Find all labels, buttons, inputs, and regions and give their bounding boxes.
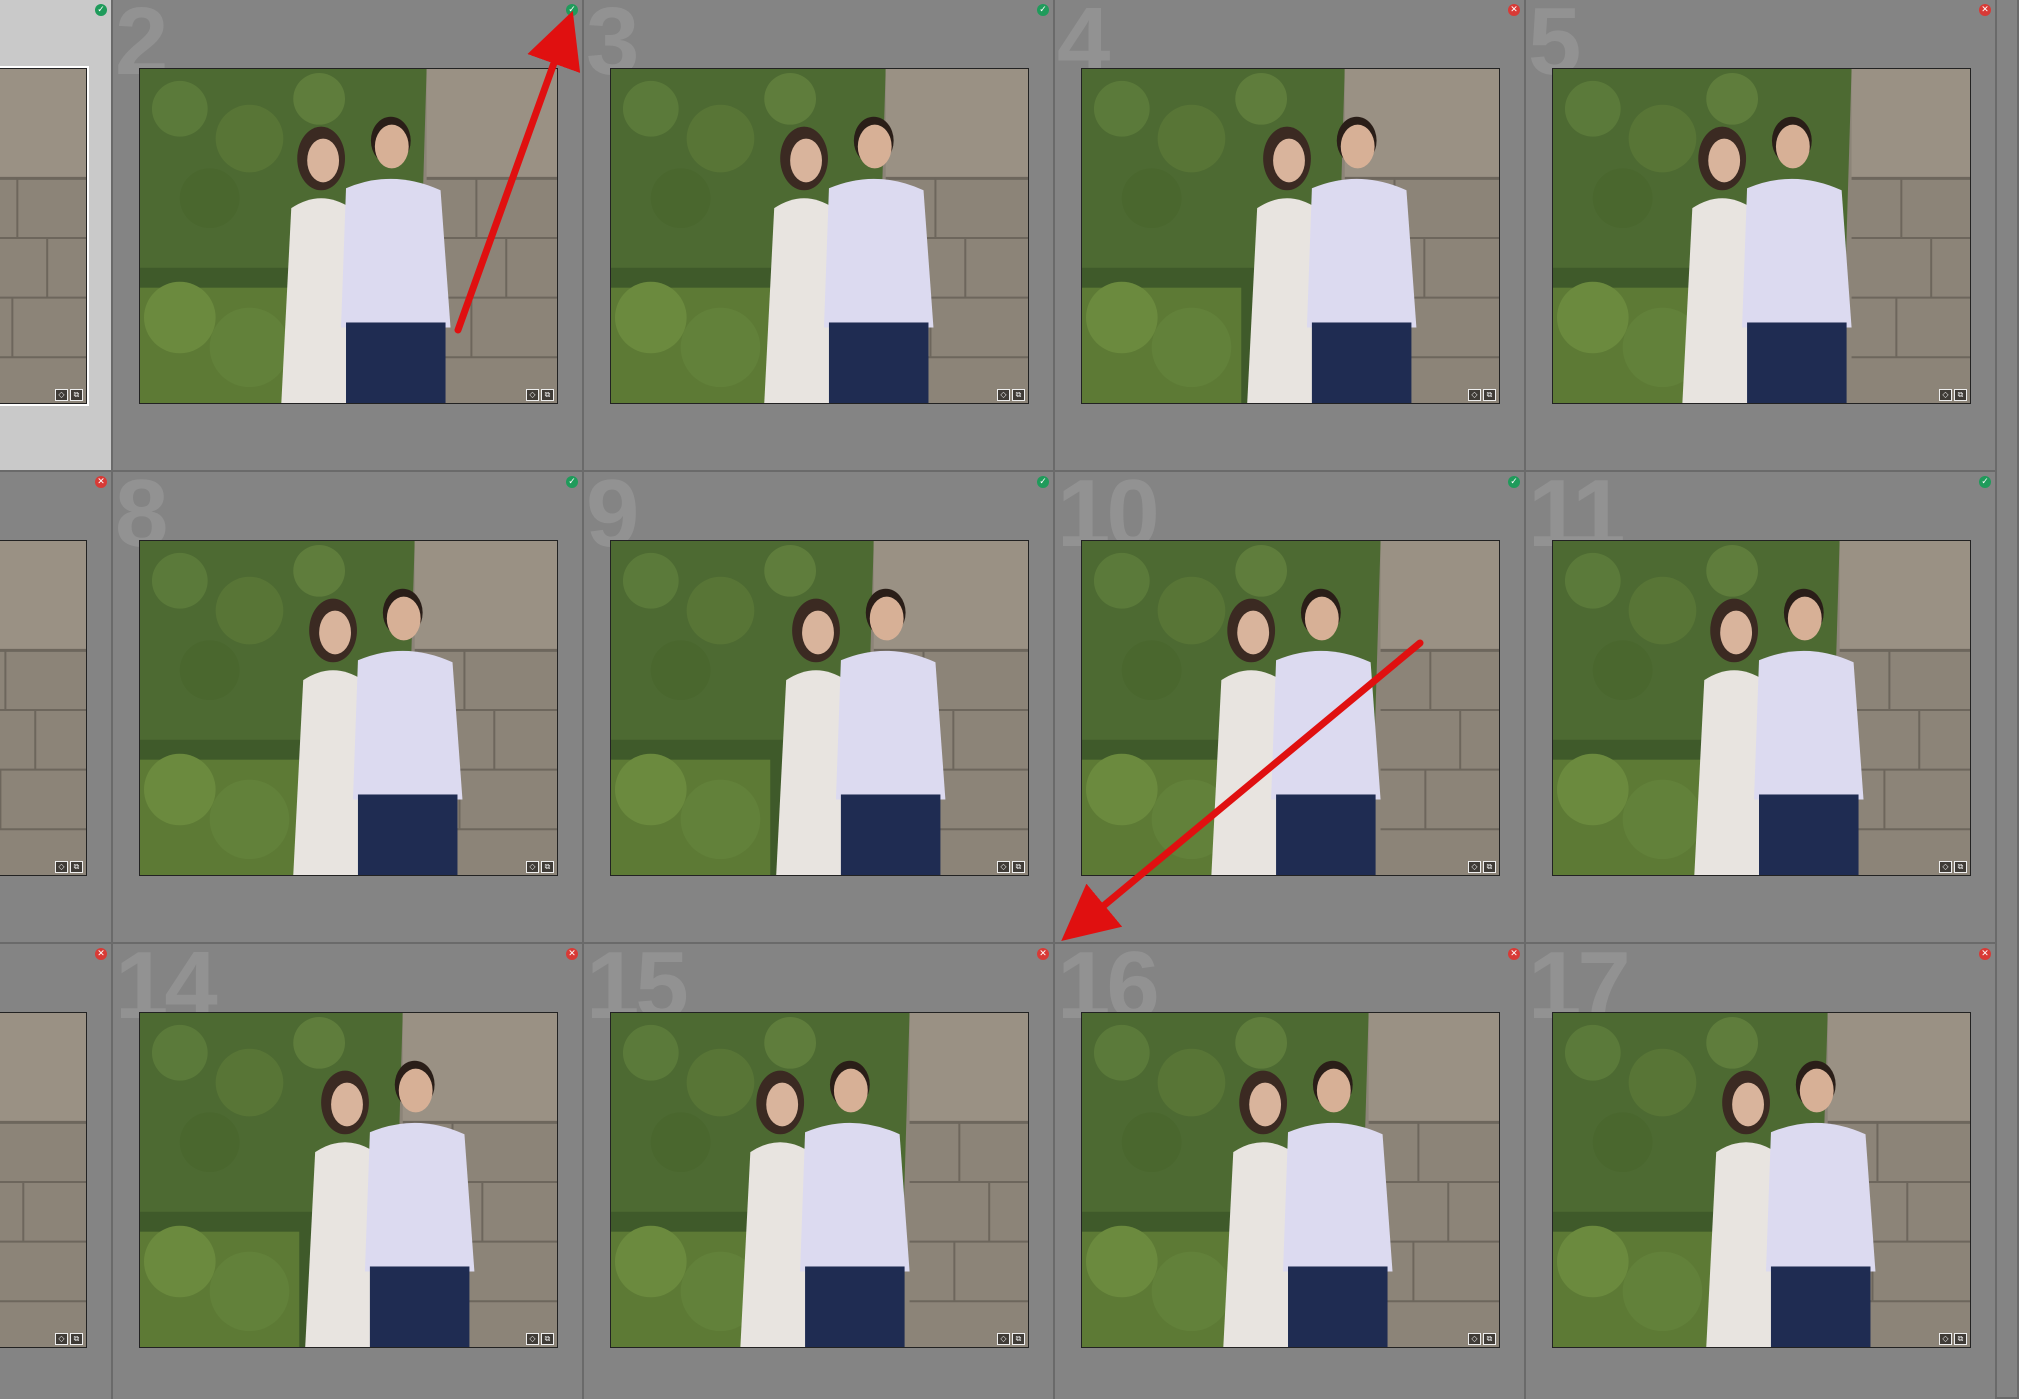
photo-thumbnail[interactable]: ◇ ⧉ <box>1081 1012 1500 1348</box>
photo-thumbnail[interactable]: ◇ ⧉ <box>139 68 558 404</box>
tag-icon[interactable]: ◇ <box>1468 389 1481 401</box>
photo-cell[interactable]: 15 ◇ ⧉ ✕ <box>584 944 1055 1399</box>
thumbnail-badges: ◇ ⧉ <box>526 389 554 401</box>
thumbnail-badges: ◇ ⧉ <box>55 1333 83 1345</box>
photo-cell[interactable]: 10 ◇ ⧉ ✓ <box>1055 472 1526 944</box>
thumbnail-badges: ◇ ⧉ <box>997 389 1025 401</box>
photo-cell[interactable]: 2 ◇ ⧉ ✓ <box>113 0 584 472</box>
photo-cell[interactable]: ◇ ⧉ ✓ <box>0 0 113 472</box>
thumbnail-badges: ◇ ⧉ <box>526 861 554 873</box>
tag-icon[interactable]: ◇ <box>55 389 68 401</box>
tag-icon[interactable]: ◇ <box>526 389 539 401</box>
copy-icon[interactable]: ⧉ <box>1012 1333 1025 1345</box>
photo-cell[interactable]: 14 ◇ ⧉ ✕ <box>113 944 584 1399</box>
pick-flag-icon[interactable]: ✓ <box>1508 476 1520 488</box>
pick-flag-icon[interactable]: ✓ <box>566 476 578 488</box>
photo-thumbnail[interactable]: ◇ ⧉ <box>610 1012 1029 1348</box>
tag-icon[interactable]: ◇ <box>55 1333 68 1345</box>
tag-icon[interactable]: ◇ <box>526 861 539 873</box>
reject-flag-icon[interactable]: ✕ <box>1037 948 1049 960</box>
photo-cell[interactable]: 17 ◇ ⧉ ✕ <box>1526 944 1997 1399</box>
pick-flag-icon[interactable]: ✓ <box>1979 476 1991 488</box>
photo-thumbnail[interactable]: ◇ ⧉ <box>0 1012 87 1348</box>
copy-icon[interactable]: ⧉ <box>70 861 83 873</box>
copy-icon[interactable]: ⧉ <box>1012 861 1025 873</box>
photo-thumbnail[interactable]: ◇ ⧉ <box>1081 68 1500 404</box>
tag-icon[interactable]: ◇ <box>1939 389 1952 401</box>
photo-grid: ◇ ⧉ ✓ 2 ◇ ⧉ ✓ 3 ◇ ⧉ ✓ 4 ◇ ⧉ ✕ 5 ◇ ⧉ ✕ ◇ … <box>0 0 2019 1399</box>
copy-icon[interactable]: ⧉ <box>1954 389 1967 401</box>
thumbnail-badges: ◇ ⧉ <box>1939 389 1967 401</box>
pick-flag-icon[interactable]: ✓ <box>1037 476 1049 488</box>
photo-cell[interactable]: 4 ◇ ⧉ ✕ <box>1055 0 1526 472</box>
photo-thumbnail[interactable]: ◇ ⧉ <box>610 540 1029 876</box>
thumbnail-badges: ◇ ⧉ <box>997 1333 1025 1345</box>
photo-cell[interactable]: 11 ◇ ⧉ ✓ <box>1526 472 1997 944</box>
tag-icon[interactable]: ◇ <box>1468 861 1481 873</box>
photo-thumbnail[interactable]: ◇ ⧉ <box>0 540 87 876</box>
reject-flag-icon[interactable]: ✕ <box>1979 4 1991 16</box>
photo-thumbnail[interactable]: ◇ ⧉ <box>1081 540 1500 876</box>
photo-cell[interactable]: ◇ ⧉ ✕ <box>0 944 113 1399</box>
thumbnail-badges: ◇ ⧉ <box>1468 389 1496 401</box>
photo-cell[interactable]: 16 ◇ ⧉ ✕ <box>1055 944 1526 1399</box>
reject-flag-icon[interactable]: ✕ <box>95 476 107 488</box>
copy-icon[interactable]: ⧉ <box>1483 1333 1496 1345</box>
pick-flag-icon[interactable]: ✓ <box>95 4 107 16</box>
tag-icon[interactable]: ◇ <box>55 861 68 873</box>
thumbnail-badges: ◇ ⧉ <box>1939 1333 1967 1345</box>
photo-cell[interactable]: 8 ◇ ⧉ ✓ <box>113 472 584 944</box>
thumbnail-badges: ◇ ⧉ <box>526 1333 554 1345</box>
tag-icon[interactable]: ◇ <box>1939 1333 1952 1345</box>
copy-icon[interactable]: ⧉ <box>70 1333 83 1345</box>
pick-flag-icon[interactable]: ✓ <box>1037 4 1049 16</box>
photo-thumbnail[interactable]: ◇ ⧉ <box>1552 540 1971 876</box>
reject-flag-icon[interactable]: ✕ <box>1508 948 1520 960</box>
tag-icon[interactable]: ◇ <box>1468 1333 1481 1345</box>
pick-flag-icon[interactable]: ✓ <box>566 4 578 16</box>
copy-icon[interactable]: ⧉ <box>1954 1333 1967 1345</box>
photo-cell[interactable]: 9 ◇ ⧉ ✓ <box>584 472 1055 944</box>
copy-icon[interactable]: ⧉ <box>541 389 554 401</box>
thumbnail-badges: ◇ ⧉ <box>1939 861 1967 873</box>
copy-icon[interactable]: ⧉ <box>1483 389 1496 401</box>
photo-thumbnail[interactable]: ◇ ⧉ <box>139 1012 558 1348</box>
photo-thumbnail[interactable]: ◇ ⧉ <box>1552 1012 1971 1348</box>
tag-icon[interactable]: ◇ <box>997 389 1010 401</box>
copy-icon[interactable]: ⧉ <box>1483 861 1496 873</box>
photo-cell[interactable]: ◇ ⧉ ✕ <box>0 472 113 944</box>
reject-flag-icon[interactable]: ✕ <box>1979 948 1991 960</box>
reject-flag-icon[interactable]: ✕ <box>1508 4 1520 16</box>
reject-flag-icon[interactable]: ✕ <box>566 948 578 960</box>
thumbnail-badges: ◇ ⧉ <box>997 861 1025 873</box>
tag-icon[interactable]: ◇ <box>997 1333 1010 1345</box>
photo-cell-partial <box>1997 0 2019 1399</box>
tag-icon[interactable]: ◇ <box>1939 861 1952 873</box>
thumbnail-badges: ◇ ⧉ <box>55 861 83 873</box>
photo-thumbnail[interactable]: ◇ ⧉ <box>1552 68 1971 404</box>
tag-icon[interactable]: ◇ <box>997 861 1010 873</box>
copy-icon[interactable]: ⧉ <box>1954 861 1967 873</box>
copy-icon[interactable]: ⧉ <box>1012 389 1025 401</box>
reject-flag-icon[interactable]: ✕ <box>95 948 107 960</box>
thumbnail-badges: ◇ ⧉ <box>55 389 83 401</box>
copy-icon[interactable]: ⧉ <box>541 1333 554 1345</box>
thumbnail-badges: ◇ ⧉ <box>1468 861 1496 873</box>
copy-icon[interactable]: ⧉ <box>70 389 83 401</box>
photo-cell[interactable]: 3 ◇ ⧉ ✓ <box>584 0 1055 472</box>
photo-thumbnail[interactable]: ◇ ⧉ <box>139 540 558 876</box>
tag-icon[interactable]: ◇ <box>526 1333 539 1345</box>
photo-thumbnail[interactable]: ◇ ⧉ <box>610 68 1029 404</box>
photo-thumbnail[interactable]: ◇ ⧉ <box>0 66 89 406</box>
copy-icon[interactable]: ⧉ <box>541 861 554 873</box>
thumbnail-badges: ◇ ⧉ <box>1468 1333 1496 1345</box>
photo-cell[interactable]: 5 ◇ ⧉ ✕ <box>1526 0 1997 472</box>
